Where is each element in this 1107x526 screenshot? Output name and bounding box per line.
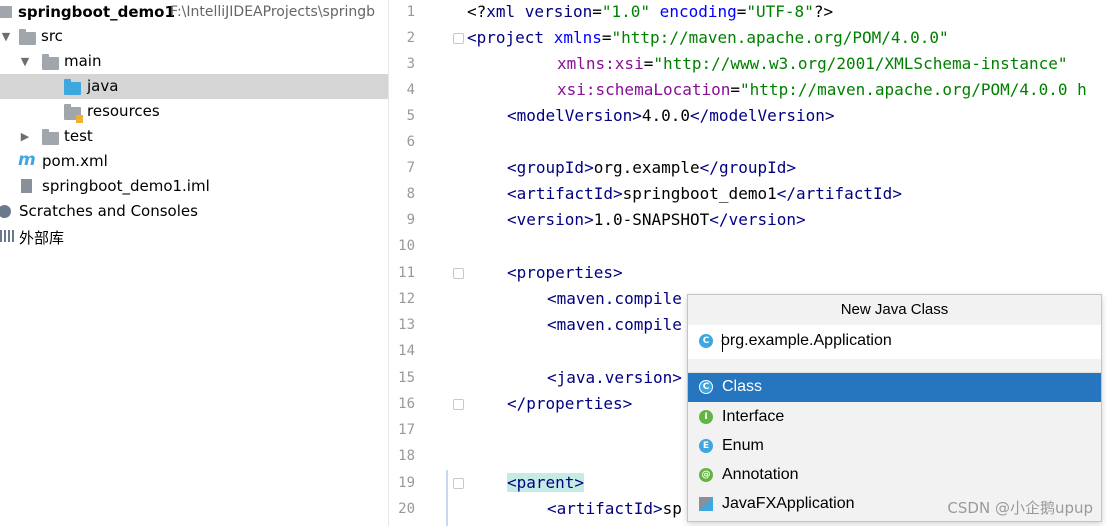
chevron-right-icon[interactable]: ▶ [18,124,32,149]
tree-item-pom[interactable]: m pom.xml [0,149,388,174]
code-line: <modelVersion>4.0.0</modelVersion> [507,106,835,125]
code-line: <project xmlns="http://maven.apache.org/… [467,28,949,47]
vcs-change-marker [446,470,448,526]
line-number: 11 [398,265,415,281]
tree-item-iml[interactable]: springboot_demo1.iml [0,174,388,199]
option-interface[interactable]: I Interface [688,403,1101,432]
fold-marker-icon[interactable] [453,478,464,489]
line-number: 1 [406,4,415,20]
tree-item-label: springboot_demo1.iml [42,177,210,195]
fold-marker-icon[interactable] [453,399,464,410]
option-label: Class [722,378,763,395]
line-number: 17 [398,422,415,438]
tree-item-main[interactable]: ▼ main [0,49,388,74]
resources-folder-icon [64,104,83,123]
line-number: 12 [398,291,415,307]
library-icon [0,230,14,242]
tree-root[interactable]: springboot_demo1 F:\IntelliJIDEAProjects… [0,0,388,25]
tree-item-label: Scratches and Consoles [19,202,198,220]
new-java-class-popup: New Java Class C org.example.Application… [687,294,1102,522]
code-line: xmlns:xsi="http://www.w3.org/2001/XMLSch… [557,54,1068,73]
code-line: <java.version> [547,368,682,387]
class-name-input[interactable]: C org.example.Application [688,325,1101,359]
line-number: 19 [398,475,415,491]
option-class[interactable]: C Class [688,373,1101,402]
line-number: 13 [398,317,415,333]
class-icon: C [699,334,713,348]
fold-marker-icon[interactable] [453,268,464,279]
popup-title: New Java Class [840,301,949,318]
text-caret [722,334,723,352]
scratches-icon [0,205,11,218]
watermark: CSDN @小企鹅upup [947,499,1093,517]
code-line: <groupId>org.example</groupId> [507,158,796,177]
folder-icon [42,54,59,70]
tree-item-scratches[interactable]: Scratches and Consoles [0,199,388,224]
code-line: <maven.compile [547,315,682,334]
option-label: Interface [722,408,785,425]
tree-item-java[interactable]: java [0,74,388,99]
tree-item-label: src [41,27,63,45]
interface-icon: I [699,410,713,424]
line-number: 4 [406,82,415,98]
enum-icon: E [699,439,713,453]
popup-divider [688,359,1101,373]
line-number: 8 [406,186,415,202]
code-line: <properties> [507,263,623,282]
fold-marker-icon[interactable] [453,33,464,44]
chevron-down-icon[interactable]: ▼ [18,49,32,74]
module-icon [0,6,12,18]
line-number: 6 [406,134,415,150]
tree-root-path: F:\IntelliJIDEAProjects\springb [170,4,376,20]
option-label: Annotation [722,466,799,483]
line-number: 15 [398,370,415,386]
project-tree: springboot_demo1 F:\IntelliJIDEAProjects… [0,0,389,526]
option-annotation[interactable]: @ Annotation [688,461,1101,490]
line-number: 2 [406,30,415,46]
option-label: Enum [722,437,764,454]
line-number: 16 [398,396,415,412]
code-line: <maven.compile [547,289,682,308]
tree-item-external-libraries[interactable]: 外部库 [0,224,388,249]
tree-root-name: springboot_demo1 [18,3,175,21]
folder-icon [42,129,59,145]
source-folder-icon [64,79,81,95]
line-number: 20 [398,501,415,517]
line-number: 10 [398,238,415,254]
line-number: 3 [406,56,415,72]
code-line: xsi:schemaLocation="http://maven.apache.… [557,80,1087,99]
tree-item-label: resources [87,102,160,120]
line-number: 14 [398,343,415,359]
code-line: <?xml version="1.0" encoding="UTF-8"?> [467,2,834,21]
code-line: <artifactId>sp [547,499,682,518]
tree-item-label: java [87,77,119,95]
line-number: 18 [398,448,415,464]
maven-icon: m [18,150,36,170]
tree-item-label: 外部库 [19,229,65,247]
option-label: JavaFXApplication [722,495,855,512]
chevron-down-icon[interactable]: ▼ [0,24,13,49]
folder-icon [19,29,36,45]
line-number-gutter: 1 2 3 4 5 6 7 8 9 10 11 12 13 14 15 16 1… [389,0,447,526]
code-line: <version>1.0-SNAPSHOT</version> [507,210,806,229]
tree-item-test[interactable]: ▶ test [0,124,388,149]
javafx-icon [699,497,713,511]
tree-item-src[interactable]: ▼ src [0,24,388,49]
iml-file-icon [21,179,32,193]
line-number: 5 [406,108,415,124]
tree-item-resources[interactable]: resources [0,99,388,124]
line-number: 9 [406,212,415,228]
code-line: <parent> [507,473,585,492]
line-number: 7 [406,160,415,176]
annotation-icon: @ [699,468,713,482]
tree-item-label: pom.xml [42,152,108,170]
tree-item-label: main [64,52,102,70]
class-icon: C [699,380,713,394]
code-line: <artifactId>springboot_demo1</artifactId… [507,184,902,203]
tree-item-label: test [64,127,93,145]
class-name-value[interactable]: org.example.Application [721,332,892,350]
code-line: </properties> [507,394,633,413]
option-enum[interactable]: E Enum [688,432,1101,461]
